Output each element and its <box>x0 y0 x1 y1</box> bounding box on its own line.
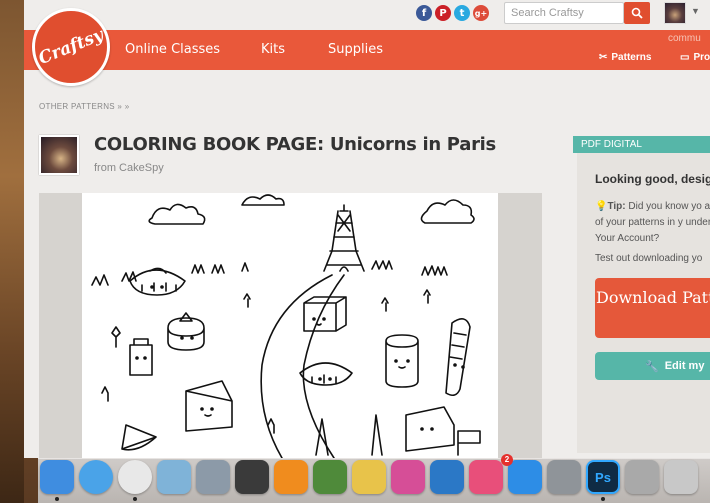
search-button[interactable] <box>624 2 650 24</box>
preview-icon[interactable] <box>157 460 191 494</box>
craftsy-logo[interactable]: Craftsy <box>32 8 110 86</box>
edit-my-pattern-button[interactable]: 🔧 Edit my <box>595 352 710 380</box>
chevron-down-icon[interactable]: ▼ <box>691 6 700 16</box>
facetime-icon[interactable] <box>235 460 269 494</box>
nav-supplies[interactable]: Supplies <box>328 42 383 57</box>
desktop-wallpaper <box>0 0 24 503</box>
nav-patterns[interactable]: ✂ Patterns <box>599 52 651 63</box>
browser-window: f P t g+ Search Craftsy ▼ Online Classes… <box>24 0 710 458</box>
social-links: f P t g+ <box>416 5 489 21</box>
pdf-download-tab: PDF DIGITAL DOWNLOAD <box>573 136 710 167</box>
ibooks-icon[interactable] <box>274 460 308 494</box>
nav-kits[interactable]: Kits <box>261 42 285 57</box>
search-input[interactable]: Search Craftsy <box>504 2 624 24</box>
numbers-icon[interactable] <box>391 460 425 494</box>
top-bar: f P t g+ Search Craftsy ▼ <box>24 0 710 30</box>
designer-avatar[interactable] <box>39 135 79 175</box>
googleplus-icon[interactable]: g+ <box>473 5 489 21</box>
coloring-page-illustration <box>91 194 481 458</box>
itunes-icon[interactable] <box>469 460 503 494</box>
scissors-icon: ✂ <box>599 52 608 63</box>
nav-projects-label: Pro <box>693 52 710 63</box>
image-capture-icon[interactable] <box>196 460 230 494</box>
automator-icon[interactable] <box>625 460 659 494</box>
sidebar-heading: Looking good, desig <box>595 172 710 186</box>
keynote-icon[interactable] <box>430 460 464 494</box>
sidebar-tip: 💡Tip: Did you know yo all of your patter… <box>595 199 710 247</box>
tip-label: Tip: <box>607 201 626 212</box>
pattern-image-panel <box>39 193 542 458</box>
photoshop-icon[interactable]: Ps <box>586 460 620 494</box>
designer-link[interactable]: from CakeSpy <box>94 162 164 174</box>
photo-booth-icon[interactable] <box>313 460 347 494</box>
test-download-text: Test out downloading yo <box>595 253 703 264</box>
breadcrumb[interactable]: OTHER PATTERNS » » <box>39 102 129 111</box>
nav-patterns-label: Patterns <box>611 52 652 63</box>
chrome-icon[interactable] <box>118 460 152 494</box>
wrench-icon: 🔧 <box>645 360 659 373</box>
downloads-stack-icon[interactable] <box>664 460 698 494</box>
system-preferences-icon[interactable] <box>547 460 581 494</box>
running-indicator <box>55 497 59 501</box>
page-title: COLORING BOOK PAGE: Unicorns in Paris <box>94 134 496 155</box>
stickies-icon[interactable] <box>352 460 386 494</box>
logo-text: Craftsy <box>35 24 107 70</box>
projects-icon: ▭ <box>680 52 690 63</box>
user-avatar[interactable] <box>664 2 686 24</box>
edit-label: Edit my <box>664 360 705 372</box>
nav-projects[interactable]: ▭ Pro <box>680 52 710 63</box>
finder-icon[interactable] <box>40 460 74 494</box>
twitter-icon[interactable]: t <box>454 5 470 21</box>
main-nav: Online Classes Kits Supplies commu ✂ Pat… <box>24 30 710 70</box>
coloring-page-image[interactable] <box>82 193 498 458</box>
running-indicator <box>601 497 605 501</box>
nav-online-classes[interactable]: Online Classes <box>125 42 220 57</box>
app-store-icon[interactable] <box>508 460 542 494</box>
lightbulb-icon: 💡 <box>595 201 608 212</box>
app-store-badge: 2 <box>501 454 513 466</box>
pinterest-icon[interactable]: P <box>435 5 451 21</box>
facebook-icon[interactable]: f <box>416 5 432 21</box>
safari-icon[interactable] <box>79 460 113 494</box>
search-icon <box>631 7 643 19</box>
nav-community-link[interactable]: commu <box>668 33 701 44</box>
download-pattern-button[interactable]: Download Patte <box>595 278 710 338</box>
running-indicator <box>133 497 137 501</box>
